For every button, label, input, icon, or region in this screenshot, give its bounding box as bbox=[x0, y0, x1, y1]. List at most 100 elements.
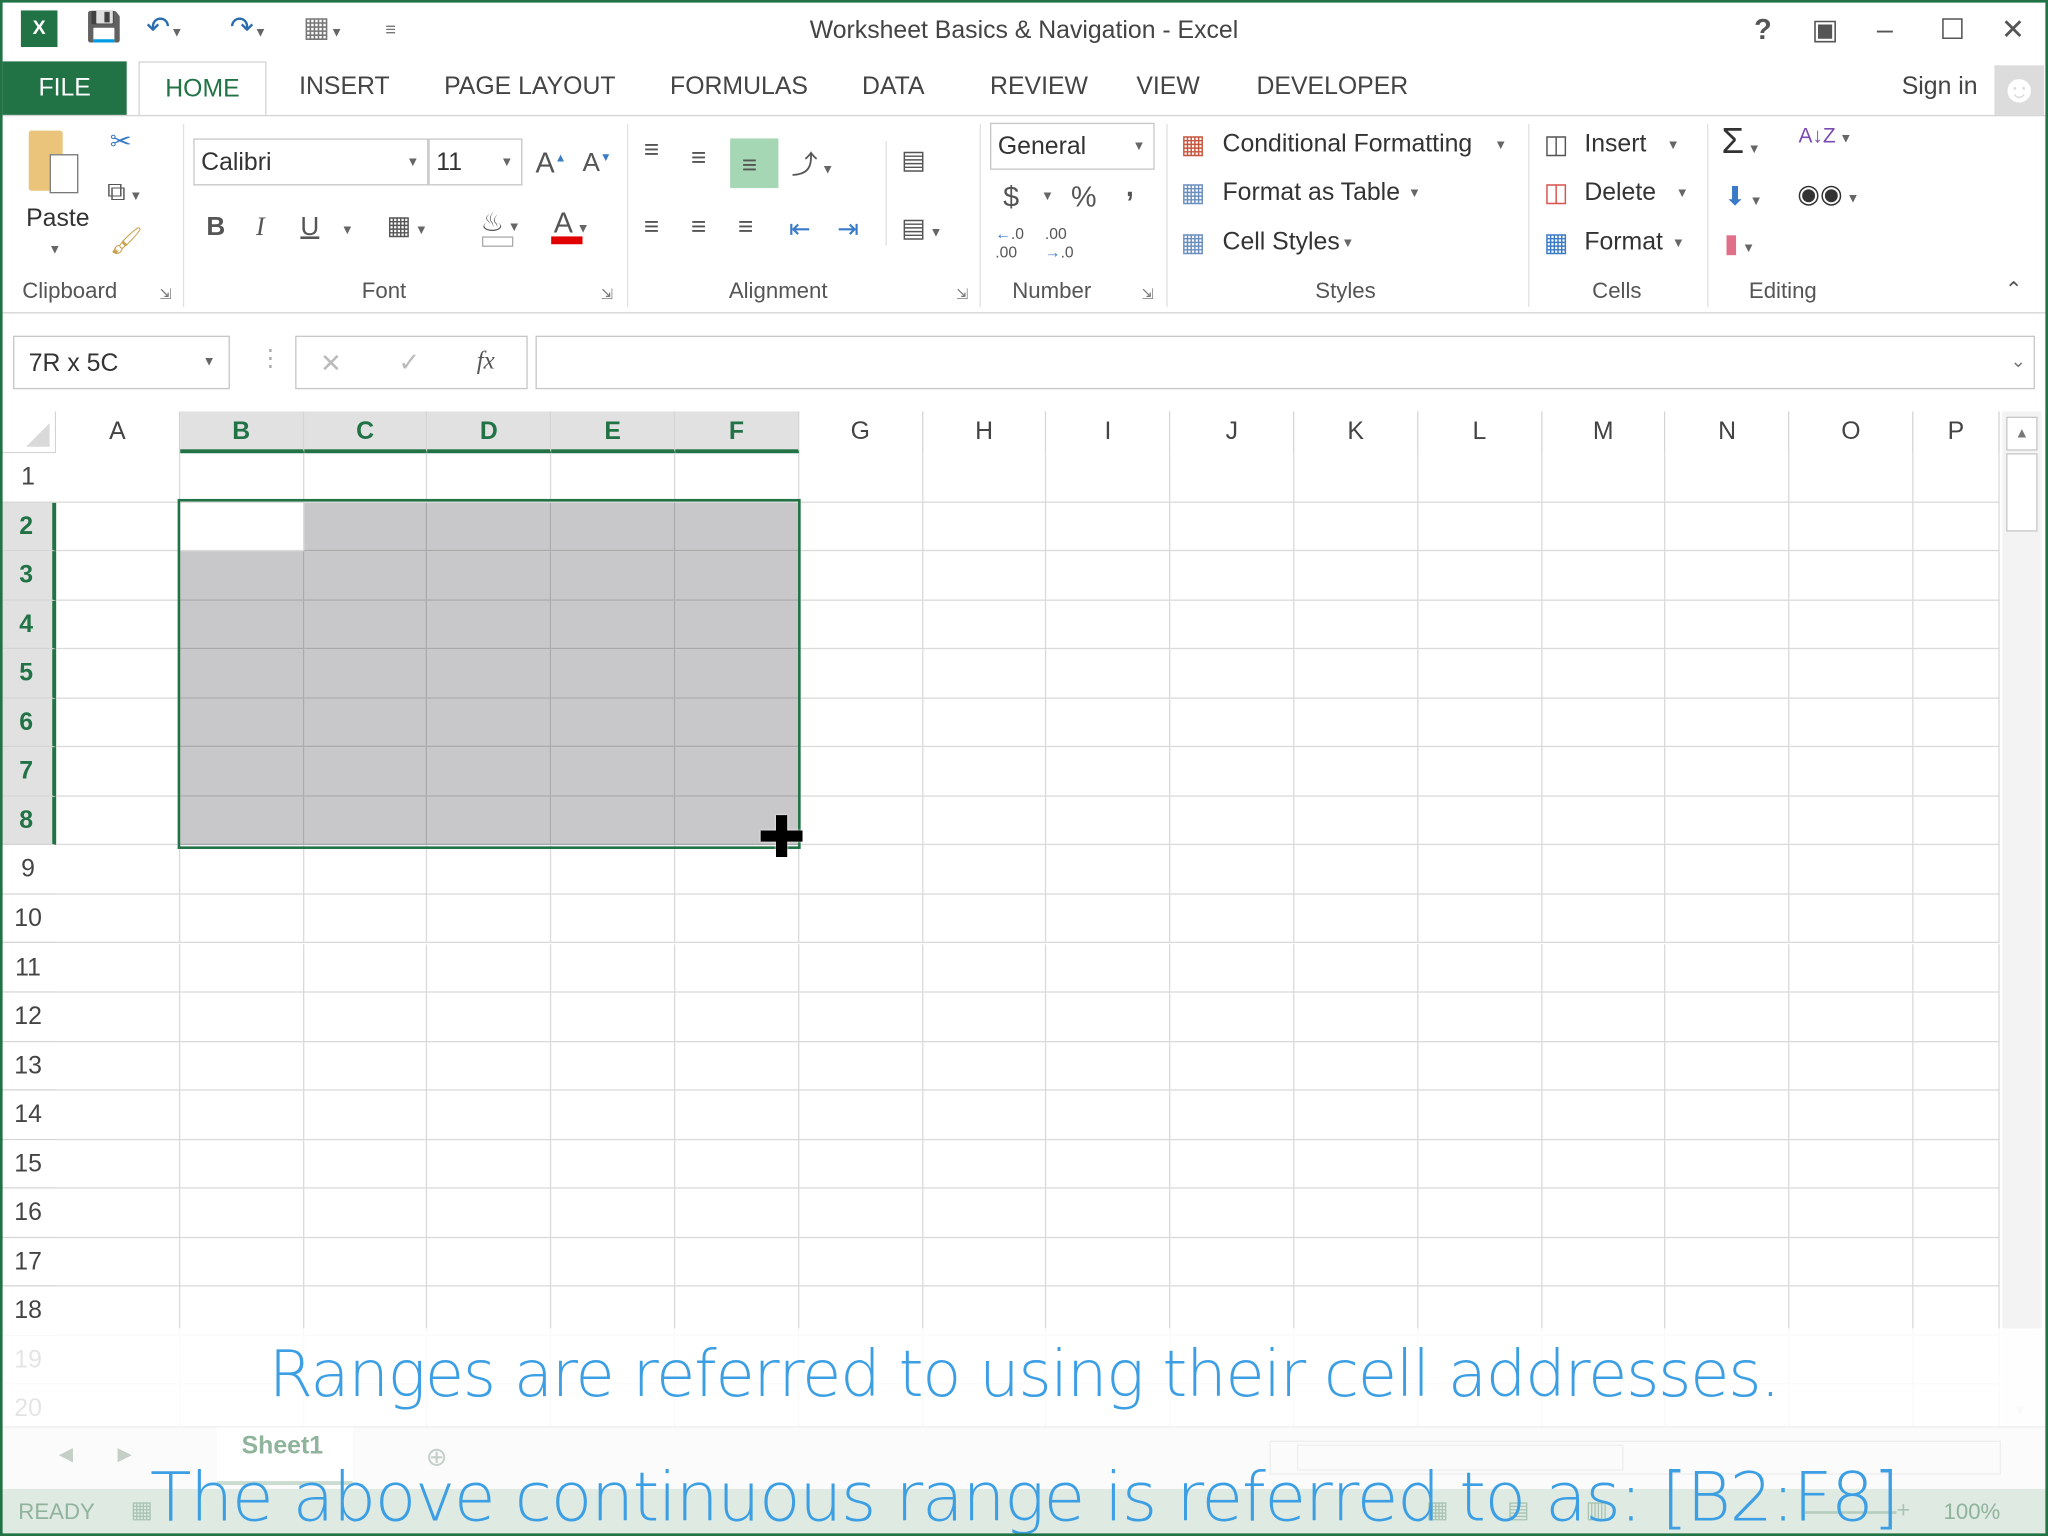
cell-I9[interactable] bbox=[1046, 845, 1171, 895]
insert-function-button[interactable]: fx bbox=[477, 347, 495, 376]
cell-J6[interactable] bbox=[1170, 698, 1295, 748]
cell-D9[interactable] bbox=[427, 845, 552, 895]
column-header-O[interactable]: O bbox=[1789, 411, 1914, 454]
currency-dropdown-icon[interactable]: ▼ bbox=[1041, 189, 1054, 203]
cell-A7[interactable] bbox=[56, 747, 180, 797]
cell-G8[interactable] bbox=[799, 796, 923, 846]
row-header-7[interactable]: 7 bbox=[0, 747, 57, 797]
cell-L2[interactable] bbox=[1418, 502, 1542, 552]
cell-H6[interactable] bbox=[922, 698, 1047, 748]
cell-M5[interactable] bbox=[1541, 649, 1666, 699]
paste-button[interactable]: Paste bbox=[26, 205, 89, 234]
cell-A4[interactable] bbox=[56, 600, 180, 650]
cell-L17[interactable] bbox=[1418, 1237, 1542, 1287]
cell-D11[interactable] bbox=[427, 943, 552, 993]
cell-K15[interactable] bbox=[1294, 1139, 1419, 1189]
row-header-15[interactable]: 15 bbox=[0, 1139, 57, 1189]
cell-K4[interactable] bbox=[1294, 600, 1419, 650]
cell-G13[interactable] bbox=[799, 1041, 923, 1091]
cell-H5[interactable] bbox=[922, 649, 1047, 699]
cell-L3[interactable] bbox=[1418, 551, 1542, 601]
clear-icon[interactable]: ▮ ▼ bbox=[1724, 227, 1755, 260]
paste-dropdown-icon[interactable]: ▼ bbox=[48, 243, 61, 257]
cell-A9[interactable] bbox=[56, 845, 180, 895]
cell-H10[interactable] bbox=[922, 894, 1047, 944]
increase-font-size-icon[interactable]: A▲ bbox=[536, 146, 567, 180]
cell-L4[interactable] bbox=[1418, 600, 1542, 650]
cell-K6[interactable] bbox=[1294, 698, 1419, 748]
cell-I12[interactable] bbox=[1046, 992, 1171, 1042]
cell-J2[interactable] bbox=[1170, 502, 1295, 552]
cell-N5[interactable] bbox=[1665, 649, 1790, 699]
number-launcher-icon[interactable]: ⇲ bbox=[1142, 286, 1154, 303]
cell-N1[interactable] bbox=[1665, 453, 1790, 503]
cell-C14[interactable] bbox=[303, 1090, 428, 1140]
cell-M3[interactable] bbox=[1541, 551, 1666, 601]
cell-O1[interactable] bbox=[1789, 453, 1914, 503]
cell-E10[interactable] bbox=[551, 894, 676, 944]
cell-B11[interactable] bbox=[179, 943, 304, 993]
cell-P12[interactable] bbox=[1913, 992, 2000, 1042]
cell-F13[interactable] bbox=[675, 1041, 800, 1091]
cell-B13[interactable] bbox=[179, 1041, 304, 1091]
cell-A1[interactable] bbox=[56, 453, 180, 503]
wrap-text-icon[interactable]: ▤ bbox=[901, 144, 926, 177]
cell-D16[interactable] bbox=[427, 1188, 552, 1238]
cut-icon[interactable]: ✂ bbox=[110, 125, 132, 158]
cell-B16[interactable] bbox=[179, 1188, 304, 1238]
cell-O16[interactable] bbox=[1789, 1188, 1914, 1238]
cell-B1[interactable] bbox=[179, 453, 304, 503]
cell-A8[interactable] bbox=[56, 796, 180, 846]
cell-F14[interactable] bbox=[675, 1090, 800, 1140]
cell-H15[interactable] bbox=[922, 1139, 1047, 1189]
minimize-icon[interactable]: – bbox=[1877, 13, 1893, 47]
cell-A2[interactable] bbox=[56, 502, 180, 552]
cell-A16[interactable] bbox=[56, 1188, 180, 1238]
cell-N7[interactable] bbox=[1665, 747, 1790, 797]
collapse-ribbon-icon[interactable]: ⌃ bbox=[2005, 277, 2023, 303]
cell-J1[interactable] bbox=[1170, 453, 1295, 503]
cell-N10[interactable] bbox=[1665, 894, 1790, 944]
cell-J9[interactable] bbox=[1170, 845, 1295, 895]
cell-C13[interactable] bbox=[303, 1041, 428, 1091]
cell-N8[interactable] bbox=[1665, 796, 1790, 846]
column-header-E[interactable]: E bbox=[551, 411, 676, 454]
decrease-font-size-icon[interactable]: A▼ bbox=[583, 149, 612, 179]
row-header-6[interactable]: 6 bbox=[0, 698, 57, 748]
cell-H8[interactable] bbox=[922, 796, 1047, 846]
cell-I16[interactable] bbox=[1046, 1188, 1171, 1238]
cell-L9[interactable] bbox=[1418, 845, 1542, 895]
cell-H12[interactable] bbox=[922, 992, 1047, 1042]
cell-C15[interactable] bbox=[303, 1139, 428, 1189]
prev-sheet-icon[interactable]: ◀ bbox=[59, 1443, 73, 1465]
tab-formulas[interactable]: FORMULAS bbox=[670, 73, 808, 102]
cell-I8[interactable] bbox=[1046, 796, 1171, 846]
cell-J17[interactable] bbox=[1170, 1237, 1295, 1287]
cell-E14[interactable] bbox=[551, 1090, 676, 1140]
cell-K13[interactable] bbox=[1294, 1041, 1419, 1091]
cell-F15[interactable] bbox=[675, 1139, 800, 1189]
cell-P5[interactable] bbox=[1913, 649, 2000, 699]
cell-K8[interactable] bbox=[1294, 796, 1419, 846]
cell-P15[interactable] bbox=[1913, 1139, 2000, 1189]
font-size-select[interactable]: 11 ▼ bbox=[428, 138, 523, 186]
cell-O7[interactable] bbox=[1789, 747, 1914, 797]
cell-J10[interactable] bbox=[1170, 894, 1295, 944]
underline-button[interactable]: U bbox=[300, 213, 319, 243]
row-header-1[interactable]: 1 bbox=[0, 453, 57, 503]
percent-button[interactable]: % bbox=[1071, 180, 1097, 214]
cell-K7[interactable] bbox=[1294, 747, 1419, 797]
cell-L15[interactable] bbox=[1418, 1139, 1542, 1189]
maximize-icon[interactable]: ☐ bbox=[1940, 13, 1966, 47]
column-header-N[interactable]: N bbox=[1665, 411, 1790, 454]
cell-K2[interactable] bbox=[1294, 502, 1419, 552]
cell-G7[interactable] bbox=[799, 747, 923, 797]
row-header-4[interactable]: 4 bbox=[0, 600, 57, 650]
cell-G2[interactable] bbox=[799, 502, 923, 552]
cell-M11[interactable] bbox=[1541, 943, 1666, 993]
font-color-icon[interactable]: A ▼ bbox=[554, 206, 590, 240]
cell-N11[interactable] bbox=[1665, 943, 1790, 993]
cell-J14[interactable] bbox=[1170, 1090, 1295, 1140]
cell-K9[interactable] bbox=[1294, 845, 1419, 895]
decrease-indent-icon[interactable]: ⇤ bbox=[789, 213, 811, 246]
